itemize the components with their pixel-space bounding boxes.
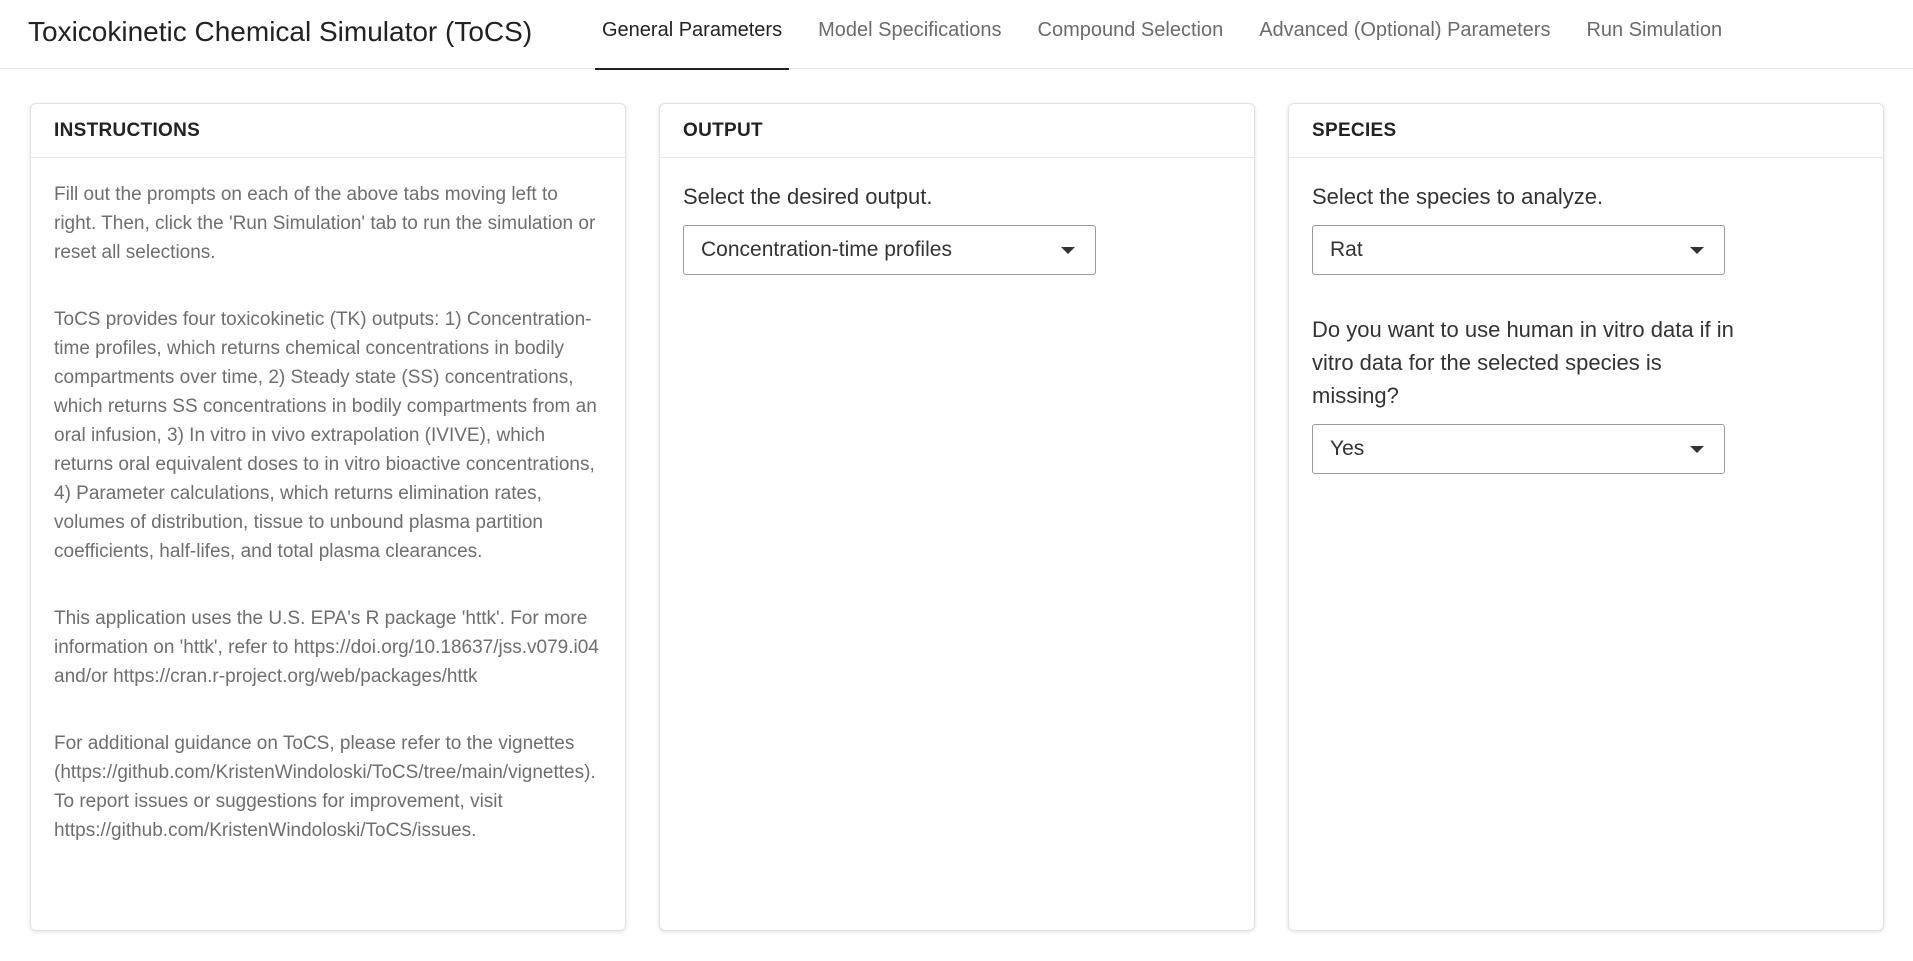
output-body: Select the desired output. Concentration… [660, 158, 1254, 275]
output-select-label: Select the desired output. [683, 184, 933, 209]
instructions-paragraph: This application uses the U.S. EPA's R p… [54, 608, 599, 687]
instructions-body: Fill out the prompts on each of the abov… [31, 158, 625, 845]
tab-run-simulation[interactable]: Run Simulation [1579, 0, 1729, 69]
human-data-select-value: Yes [1330, 437, 1365, 460]
instructions-card-header: INSTRUCTIONS [31, 104, 625, 158]
nav-tabs: General Parameters Model Specifications … [595, 0, 1751, 70]
tab-model-specifications[interactable]: Model Specifications [811, 0, 1008, 69]
instructions-paragraph: Fill out the prompts on each of the abov… [54, 184, 596, 263]
species-select-value: Rat [1330, 238, 1363, 261]
human-data-select[interactable]: Yes [1312, 424, 1725, 474]
output-select-value: Concentration-time profiles [701, 238, 952, 261]
app-title: Toxicokinetic Chemical Simulator (ToCS) [28, 16, 533, 47]
species-card: SPECIES Select the species to analyze. R… [1288, 103, 1884, 931]
output-card-header: OUTPUT [660, 104, 1254, 158]
caret-down-icon [1690, 247, 1704, 254]
caret-down-icon [1690, 446, 1704, 453]
species-select[interactable]: Rat [1312, 225, 1725, 275]
human-data-select-label: Do you want to use human in vitro data i… [1312, 317, 1734, 408]
tab-general-parameters[interactable]: General Parameters [595, 0, 790, 70]
output-select[interactable]: Concentration-time profiles [683, 225, 1096, 275]
species-card-header: SPECIES [1289, 104, 1883, 158]
instructions-paragraph: ToCS provides four toxicokinetic (TK) ou… [54, 309, 597, 562]
tab-compound-selection[interactable]: Compound Selection [1031, 0, 1231, 69]
species-select-label: Select the species to analyze. [1312, 184, 1604, 209]
caret-down-icon [1061, 247, 1075, 254]
top-navbar: Toxicokinetic Chemical Simulator (ToCS) … [0, 0, 1913, 70]
species-body: Select the species to analyze. Rat Do yo… [1289, 158, 1883, 474]
output-card: OUTPUT Select the desired output. Concen… [659, 103, 1255, 931]
instructions-card: INSTRUCTIONS Fill out the prompts on eac… [30, 103, 626, 931]
tab-advanced-parameters[interactable]: Advanced (Optional) Parameters [1252, 0, 1557, 69]
instructions-paragraph: For additional guidance on ToCS, please … [54, 733, 596, 841]
